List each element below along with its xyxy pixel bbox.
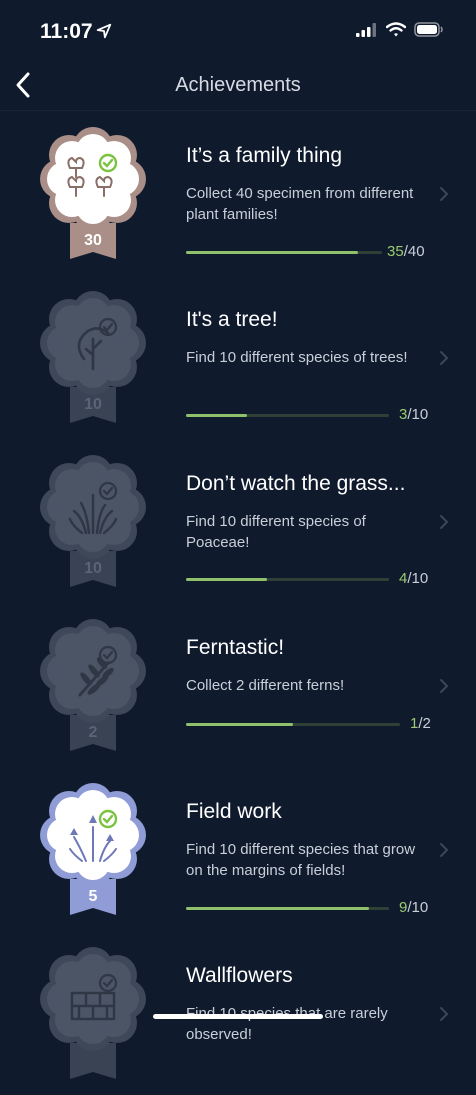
chevron-right-icon[interactable]: [438, 1005, 450, 1023]
signal-icon: [356, 22, 376, 37]
progress-current: 35: [387, 243, 404, 260]
progress-bar: [186, 414, 389, 417]
home-indicator: [153, 1014, 323, 1019]
achievement-badge: 10: [40, 291, 146, 423]
progress-total: /10: [407, 406, 429, 423]
progress-total: /40: [403, 243, 425, 260]
badge-level: 10: [84, 560, 102, 577]
progress-total: /2: [418, 715, 431, 732]
achievement-row[interactable]: 10 Don’t watch the grass... Find 10 diff…: [0, 439, 476, 603]
achievement-description: Collect 2 different ferns!: [186, 677, 345, 694]
status-bar: 11:07: [0, 0, 476, 62]
battery-icon: [414, 22, 443, 37]
location-arrow-icon: [96, 23, 112, 39]
progress-fill: [186, 723, 293, 726]
achievement-title: Wallflowers: [186, 964, 293, 987]
badge-level: 30: [84, 232, 102, 249]
progress-fill: [186, 907, 369, 910]
achievement-description: Collect 40 specimen from different plant…: [186, 185, 414, 223]
progress-total: /10: [407, 570, 429, 587]
page-title: Achievements: [175, 74, 301, 96]
progress-bar: [186, 578, 389, 581]
achievement-title: Ferntastic!: [186, 636, 285, 659]
achievement-title: Field work: [186, 800, 282, 823]
achievement-row[interactable]: 30 It’s a family thing Collect 40 specim…: [0, 111, 476, 275]
badge-level: 10: [84, 396, 102, 413]
achievement-row[interactable]: 5 Field work Find 10 different species t…: [0, 767, 476, 931]
achievement-row[interactable]: Wallflowers Find 10 species that are rar…: [0, 931, 476, 1095]
progress-fill: [186, 578, 268, 581]
achievement-title: Don’t watch the grass...: [186, 472, 406, 495]
achievement-badge: 10: [40, 455, 146, 587]
achievement-badge: 5: [40, 783, 146, 915]
achievement-description: Find 10 different species that grow on t…: [186, 841, 416, 879]
achievement-row[interactable]: 10 It's a tree! Find 10 different specie…: [0, 275, 476, 439]
progress-count: 3/10: [399, 406, 428, 423]
progress-total: /10: [407, 899, 429, 916]
achievement-badge: [40, 947, 146, 1079]
achievement-description: Find 10 different species of trees!: [186, 349, 408, 366]
progress-bar: [186, 723, 400, 726]
status-icons: [356, 22, 444, 37]
chevron-right-icon[interactable]: [438, 513, 450, 531]
progress-count: 1/2: [410, 715, 431, 732]
achievement-description: Find 10 species that are rarely observed…: [186, 1005, 388, 1043]
progress-fill: [186, 414, 247, 417]
wifi-icon: [386, 22, 406, 37]
chevron-right-icon[interactable]: [438, 677, 450, 695]
progress-count: 4/10: [399, 570, 428, 587]
chevron-right-icon[interactable]: [438, 185, 450, 203]
chevron-right-icon[interactable]: [438, 349, 450, 367]
achievement-description: Find 10 different species of Poaceae!: [186, 513, 366, 551]
achievements-list: 30 It’s a family thing Collect 40 specim…: [0, 111, 476, 1095]
chevron-right-icon[interactable]: [438, 841, 450, 859]
achievement-row[interactable]: 2 Ferntastic! Collect 2 different ferns!…: [0, 603, 476, 767]
progress-fill: [186, 251, 358, 254]
badge-level: 2: [89, 724, 98, 741]
achievement-badge: 2: [40, 619, 146, 751]
achievement-badge: 30: [40, 127, 146, 259]
achievement-title: It's a tree!: [186, 308, 278, 331]
achievement-title: It’s a family thing: [186, 144, 343, 167]
progress-count: 9/10: [399, 899, 428, 916]
progress-count: 35/40: [387, 243, 425, 260]
badge-level: 5: [89, 888, 98, 905]
navigation-bar: Achievements: [0, 62, 476, 111]
progress-bar: [186, 251, 382, 254]
progress-bar: [186, 907, 389, 910]
status-time: 11:07: [40, 20, 93, 43]
